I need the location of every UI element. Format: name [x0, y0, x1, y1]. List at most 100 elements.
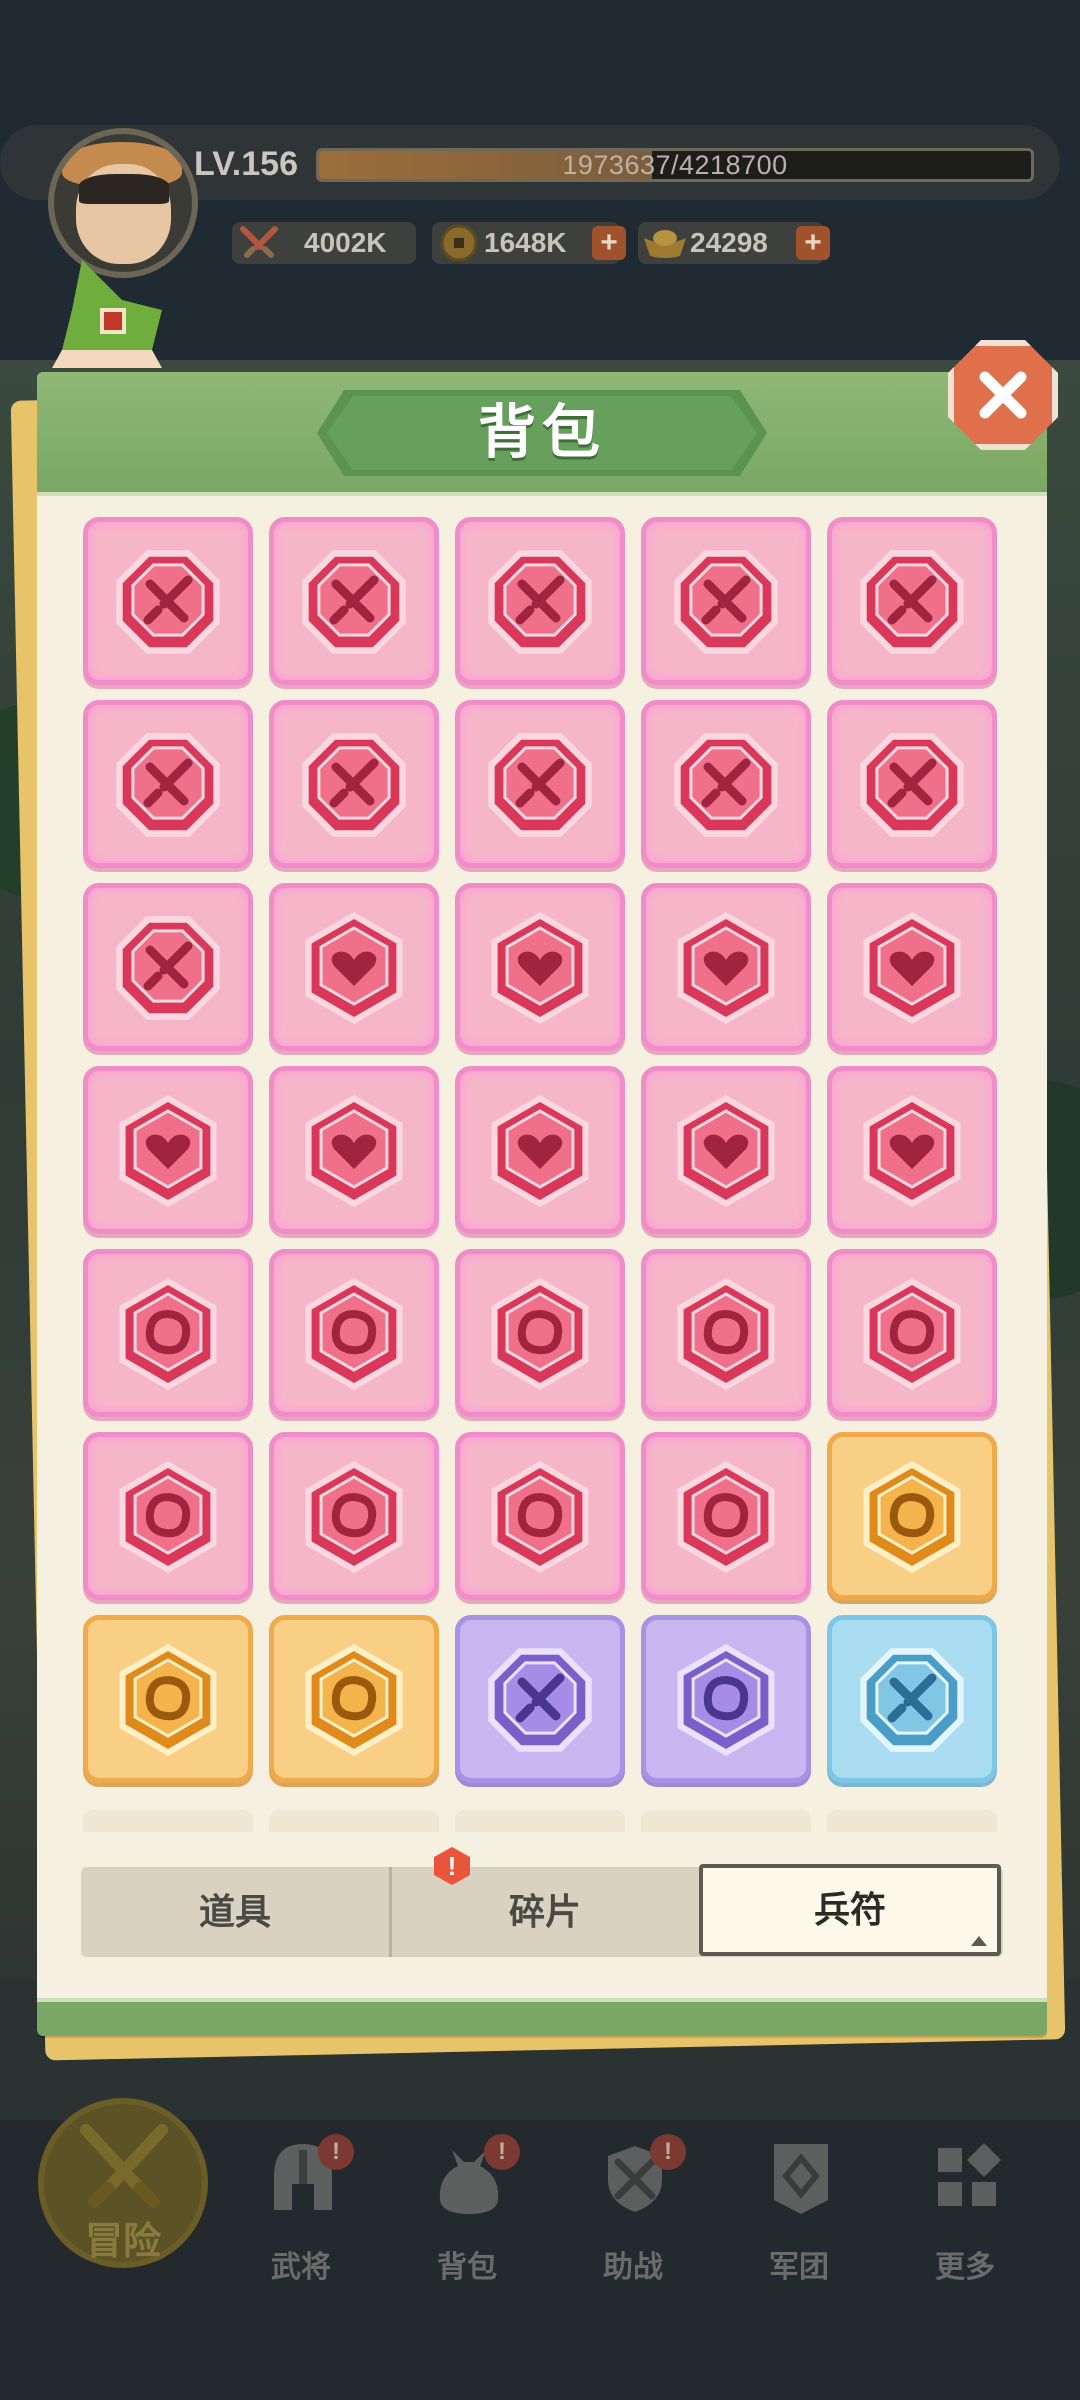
nav-more[interactable]: 更多: [890, 2140, 1040, 2290]
tab-tokens[interactable]: 兵符: [699, 1864, 1001, 1956]
item-slot[interactable]: [827, 517, 997, 685]
nav-generals[interactable]: ! 武将: [226, 2134, 376, 2290]
item-slot[interactable]: [269, 883, 439, 1051]
sword-token-icon: [116, 550, 220, 654]
nav-backpack-badge: !: [484, 2134, 520, 2170]
add-gold-button[interactable]: +: [796, 226, 830, 260]
item-slot[interactable]: [269, 1432, 439, 1600]
swirl-token-icon: [863, 1461, 961, 1573]
gold-ingot-icon: [642, 222, 688, 264]
swirl-token-icon: [677, 1278, 775, 1390]
nav-support-badge: !: [650, 2134, 686, 2170]
sword-token-icon: [302, 550, 406, 654]
item-slot[interactable]: [827, 1615, 997, 1783]
item-slot-partial: [269, 1810, 439, 1832]
backpack-tabs: 道具 碎片 兵符 !: [81, 1847, 1003, 1957]
tab-items[interactable]: 道具: [81, 1867, 389, 1957]
item-slot-partial: [455, 1810, 625, 1832]
item-slot[interactable]: [827, 1249, 997, 1417]
nav-support-label: 助战: [603, 2251, 663, 2284]
gold-resource: 24298 +: [638, 222, 830, 264]
nav-backpack-label: 背包: [437, 2251, 497, 2284]
item-slot[interactable]: [827, 1432, 997, 1600]
item-slot[interactable]: [269, 517, 439, 685]
item-slot[interactable]: [827, 883, 997, 1051]
item-slot[interactable]: [827, 700, 997, 868]
heart-token-icon: [491, 1095, 589, 1207]
backpack-panel: 背包 道具 碎片 兵符 !: [37, 372, 1047, 2036]
alert-icon: !: [434, 1847, 470, 1885]
swirl-token-icon: [305, 1644, 403, 1756]
character-hat-decoration: [52, 260, 162, 368]
coin-value: 1648K: [484, 227, 567, 258]
nav-adventure-label: 冒险: [84, 2221, 161, 2263]
sword-token-icon: [488, 733, 592, 837]
item-slot[interactable]: [83, 883, 253, 1051]
nav-legion-label: 军团: [769, 2251, 829, 2284]
grid-icon: [938, 2143, 1001, 2206]
item-slot[interactable]: [455, 1615, 625, 1783]
heart-token-icon: [305, 1095, 403, 1207]
item-slot[interactable]: [455, 1066, 625, 1234]
item-slot[interactable]: [641, 517, 811, 685]
item-slot[interactable]: [83, 700, 253, 868]
sword-token-icon: [674, 550, 778, 654]
item-slot-partial: [827, 1810, 997, 1832]
nav-more-label: 更多: [935, 2251, 995, 2284]
heart-token-icon: [491, 912, 589, 1024]
item-slot[interactable]: [83, 1615, 253, 1783]
nav-backpack[interactable]: ! 背包: [392, 2134, 542, 2290]
item-slot[interactable]: [455, 1432, 625, 1600]
panel-title: 背包: [327, 396, 757, 470]
item-slot[interactable]: [455, 1249, 625, 1417]
item-slot[interactable]: [641, 700, 811, 868]
tab-tokens-label: 兵符: [813, 1889, 886, 1930]
power-resource: 4002K: [232, 222, 416, 264]
item-slot[interactable]: [83, 517, 253, 685]
heart-token-icon: [677, 912, 775, 1024]
sword-token-icon: [674, 733, 778, 837]
item-slot[interactable]: [83, 1066, 253, 1234]
heart-token-icon: [863, 1095, 961, 1207]
close-button[interactable]: [948, 340, 1058, 450]
item-slot[interactable]: [641, 1249, 811, 1417]
nav-adventure[interactable]: 冒险: [38, 2098, 208, 2268]
close-icon: [979, 371, 1027, 419]
item-slot[interactable]: [455, 700, 625, 868]
swirl-token-icon: [677, 1644, 775, 1756]
heart-token-icon: [119, 1095, 217, 1207]
nav-generals-label: 武将: [271, 2251, 331, 2284]
panel-footer: [37, 1998, 1047, 2036]
avatar-hair: [79, 174, 169, 204]
item-slot[interactable]: [455, 517, 625, 685]
item-slot[interactable]: [641, 1615, 811, 1783]
crossed-swords-icon: [80, 2124, 168, 2208]
heart-token-icon: [677, 1095, 775, 1207]
coin-icon: [436, 222, 482, 264]
item-slot[interactable]: [83, 1249, 253, 1417]
item-slot[interactable]: [83, 1432, 253, 1600]
item-slot[interactable]: [269, 700, 439, 868]
nav-legion[interactable]: 军团: [724, 2140, 874, 2290]
item-slot[interactable]: [641, 883, 811, 1051]
item-slot-partial: [641, 1810, 811, 1832]
swirl-token-icon: [305, 1278, 403, 1390]
item-slot[interactable]: [641, 1432, 811, 1600]
item-slot[interactable]: [827, 1066, 997, 1234]
heart-token-icon: [863, 912, 961, 1024]
nav-support[interactable]: ! 助战: [558, 2134, 708, 2290]
player-level: LV.156: [194, 145, 298, 183]
item-slot[interactable]: [269, 1066, 439, 1234]
swirl-token-icon: [119, 1644, 217, 1756]
item-slot[interactable]: [269, 1615, 439, 1783]
swirl-token-icon: [491, 1461, 589, 1573]
item-slot[interactable]: [641, 1066, 811, 1234]
item-slot[interactable]: [455, 883, 625, 1051]
swirl-token-icon: [119, 1278, 217, 1390]
item-slot-partial: [83, 1810, 253, 1832]
item-slot[interactable]: [269, 1249, 439, 1417]
sword-token-icon: [116, 916, 220, 1020]
sword-token-icon: [488, 550, 592, 654]
exp-progress-text: 1973637/4218700: [562, 150, 788, 180]
add-coins-button[interactable]: +: [592, 226, 626, 260]
